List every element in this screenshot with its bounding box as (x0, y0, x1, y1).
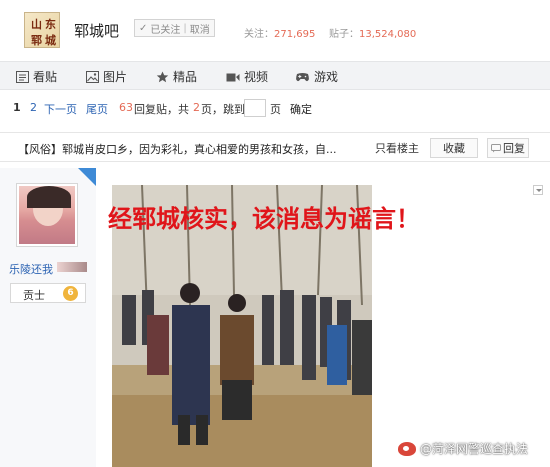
star-icon (156, 71, 169, 82)
weibo-icon (398, 441, 416, 456)
owner-corner-tag (78, 168, 96, 186)
reply-count: 63 (119, 101, 133, 114)
reply-button[interactable]: 回复 (487, 138, 529, 158)
follow-status: ✓ 已关注 | 取消 (134, 19, 215, 37)
forum-logo[interactable]: 山 东 郓 城 (24, 12, 60, 48)
image-icon (86, 70, 99, 83)
comment-icon (491, 143, 501, 152)
thread-title: 【风俗】郓城肖皮口乡，因为彩礼，真心相爱的男孩和女孩，自... (18, 143, 337, 156)
pager: 1 2 下一页 尾页 63 回复贴，共 2 页，跳到 页 确定 (0, 91, 550, 125)
avatar[interactable] (16, 183, 78, 247)
page-current: 1 (13, 101, 21, 114)
page-unit: 页 (270, 103, 281, 116)
nav-label: 精品 (173, 70, 198, 84)
reply-label: 回复 (503, 142, 525, 155)
nav-item-videos[interactable]: 视频 (226, 68, 268, 85)
level-number: 6 (63, 286, 78, 301)
logo-char: 城 (45, 34, 56, 47)
jump-label: 页，跳到 (201, 103, 245, 116)
nav-item-games[interactable]: 游戏 (295, 68, 338, 85)
nav-label: 看贴 (33, 70, 58, 84)
total-pages: 2 (193, 101, 200, 114)
nav-label: 图片 (103, 70, 128, 84)
last-page-link[interactable]: 尾页 (86, 101, 108, 117)
nav-item-featured[interactable]: 精品 (156, 68, 197, 85)
logo-char: 郓 (31, 34, 42, 47)
gamepad-icon (296, 72, 309, 81)
page-jump-input[interactable] (244, 99, 266, 117)
watermark: @菏泽网警巡查执法 (398, 440, 528, 457)
nav-label: 游戏 (314, 70, 339, 84)
followers-stat: 关注：271,695 (244, 25, 315, 40)
followers-label: 关注： (244, 29, 274, 40)
forum-name[interactable]: 郓城吧 (74, 20, 119, 41)
video-icon (226, 73, 240, 81)
collect-button[interactable]: 收藏 (430, 138, 478, 158)
posts-label: 贴子： (329, 29, 359, 40)
go-button[interactable]: 确定 (290, 101, 312, 117)
logo-char: 东 (45, 18, 56, 31)
thread-title-bar: 【风俗】郓城肖皮口乡，因为彩礼，真心相爱的男孩和女孩，自... 只看楼主 收藏 … (0, 132, 550, 162)
page-link-2[interactable]: 2 (30, 101, 37, 114)
level-title: 贡士 (23, 289, 45, 302)
posts-stat: 贴子：13,524,080 (329, 25, 416, 40)
check-icon: ✓ (139, 22, 148, 34)
logo-char: 山 (31, 18, 42, 31)
post: 乐陵还我 贡士 6 经郓城核实，该消息为谣言！ @菏泽网警巡查执法 (0, 168, 550, 467)
author-username[interactable]: 乐陵还我 (9, 261, 53, 277)
list-icon (16, 70, 29, 83)
divider: | (183, 22, 187, 34)
avatar-image (19, 186, 75, 244)
only-owner-button[interactable]: 只看楼主 (369, 138, 425, 158)
posts-count: 13,524,080 (359, 29, 417, 40)
level-badge[interactable]: 贡士 6 (10, 283, 86, 303)
nav-item-images[interactable]: 图片 (86, 68, 127, 85)
forum-header: 山 东 郓 城 郓城吧 ✓ 已关注 | 取消 关注：271,695 贴子：13,… (0, 0, 550, 60)
unfollow-button[interactable]: 取消 (190, 21, 210, 36)
watermark-text: @菏泽网警巡查执法 (420, 442, 529, 456)
image-headline: 经郓城核实，该消息为谣言！ (108, 205, 420, 233)
follow-state-label: 已关注 (150, 24, 181, 36)
username-decoration (57, 262, 87, 272)
reply-count-suffix: 回复贴，共 (134, 103, 189, 116)
post-menu-dropdown[interactable] (533, 185, 543, 195)
next-page-link[interactable]: 下一页 (44, 101, 77, 117)
followers-count: 271,695 (274, 29, 316, 40)
forum-nav: 看贴 图片 精品 视频 游戏 (0, 61, 550, 90)
nav-label: 视频 (244, 70, 269, 84)
author-panel: 乐陵还我 贡士 6 (0, 168, 96, 467)
nav-item-posts[interactable]: 看贴 (16, 68, 57, 85)
